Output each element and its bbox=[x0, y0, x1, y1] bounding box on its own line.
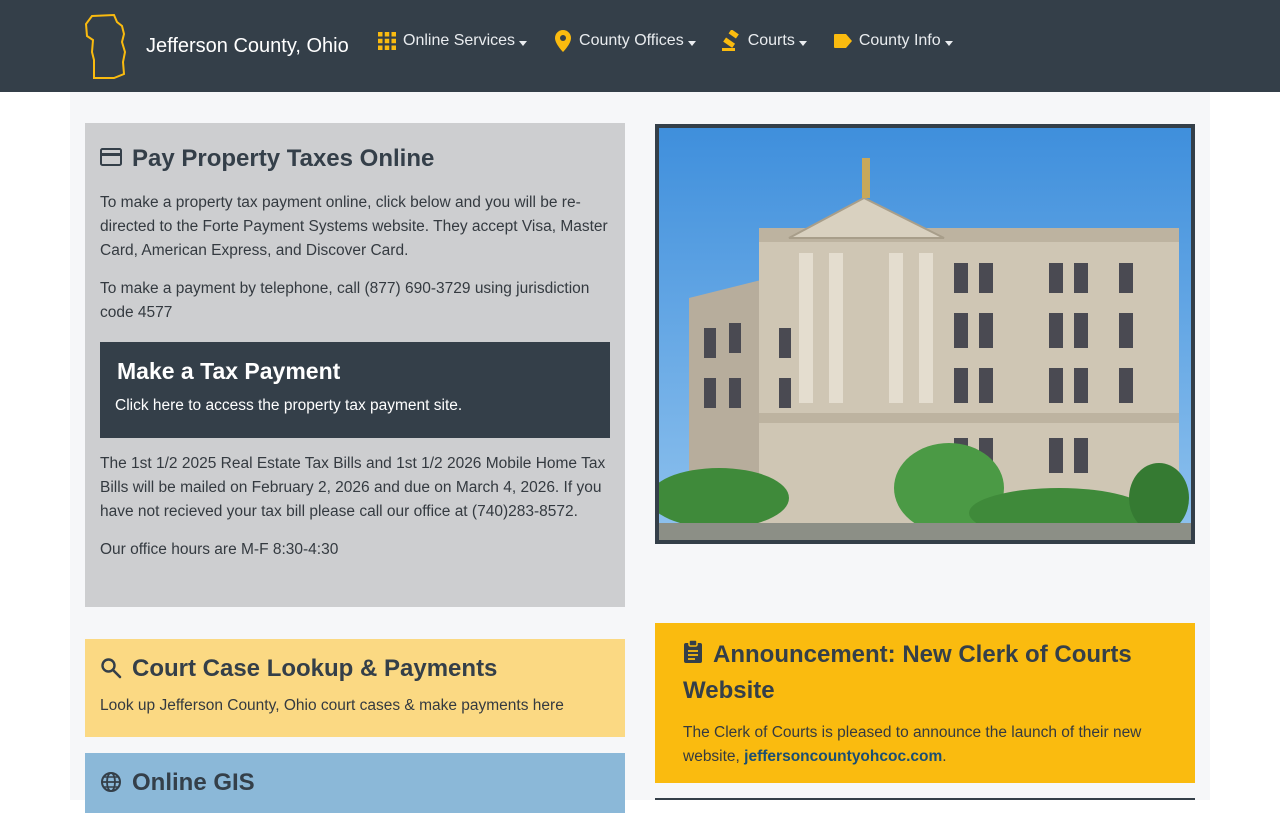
nav-courts[interactable]: Courts bbox=[721, 30, 807, 52]
nav-label: Courts bbox=[747, 32, 795, 49]
courthouse-image bbox=[659, 128, 1191, 540]
property-taxes-card: Pay Property Taxes Online To make a prop… bbox=[85, 123, 625, 607]
online-gis-card[interactable]: Online GIS bbox=[85, 753, 625, 813]
announcement-title: Announcement: New Clerk of Courts Websit… bbox=[683, 639, 1132, 704]
tax-intro-text: To make a property tax payment online, c… bbox=[100, 194, 608, 259]
main-content: Pay Property Taxes Online To make a prop… bbox=[70, 92, 1210, 813]
clerk-website-link[interactable]: jeffersoncountyohcoc.com bbox=[744, 748, 942, 765]
property-taxes-title: Pay Property Taxes Online bbox=[100, 145, 610, 173]
caret-down-icon bbox=[687, 40, 696, 46]
tag-icon bbox=[832, 30, 854, 52]
main-nav: Online Services County Offices Courts Co… bbox=[376, 30, 978, 52]
clipboard-icon bbox=[683, 639, 705, 663]
site-title: Jefferson County, Ohio bbox=[146, 34, 349, 57]
nav-label: County Offices bbox=[579, 32, 684, 49]
court-lookup-card[interactable]: Court Case Lookup & Payments Look up Jef… bbox=[85, 639, 625, 737]
search-icon bbox=[100, 657, 124, 681]
caret-down-icon bbox=[519, 40, 528, 46]
announcement-card: Announcement: New Clerk of Courts Websit… bbox=[655, 623, 1195, 783]
office-hours-text: Our office hours are M-F 8:30-4:30 bbox=[100, 541, 339, 558]
nav-county-info[interactable]: County Info bbox=[832, 30, 953, 52]
tax-bills-text: The 1st 1/2 2025 Real Estate Tax Bills a… bbox=[100, 455, 606, 520]
brand[interactable]: Jefferson County, Ohio bbox=[84, 12, 349, 80]
grid-icon bbox=[376, 30, 398, 52]
courthouse-photo bbox=[655, 124, 1195, 544]
globe-icon bbox=[100, 771, 124, 795]
map-pin-icon bbox=[552, 30, 574, 52]
tax-phone-text: To make a payment by telephone, call (87… bbox=[100, 280, 590, 321]
court-lookup-title: Court Case Lookup & Payments bbox=[100, 655, 610, 683]
nav-label: County Info bbox=[858, 32, 941, 49]
pay-box-text: Click here to access the property tax pa… bbox=[115, 397, 463, 414]
online-gis-title: Online GIS bbox=[100, 769, 610, 797]
nav-county-offices[interactable]: County Offices bbox=[552, 30, 696, 52]
nav-label: Online Services bbox=[403, 32, 516, 49]
court-lookup-text: Look up Jefferson County, Ohio court cas… bbox=[100, 697, 564, 714]
gavel-icon bbox=[721, 30, 743, 52]
pay-box-title: Make a Tax Payment bbox=[117, 358, 341, 384]
caret-down-icon bbox=[798, 40, 807, 46]
caret-down-icon bbox=[944, 40, 953, 46]
navbar: Jefferson County, Ohio Online Services C… bbox=[0, 0, 1280, 92]
make-tax-payment-button[interactable]: Make a Tax Payment Click here to access … bbox=[100, 342, 610, 438]
announcement-text: The Clerk of Courts is pleased to announ… bbox=[683, 724, 1142, 765]
credit-card-icon bbox=[100, 147, 124, 171]
nav-online-services[interactable]: Online Services bbox=[376, 30, 528, 52]
county-outline-logo bbox=[84, 13, 127, 79]
